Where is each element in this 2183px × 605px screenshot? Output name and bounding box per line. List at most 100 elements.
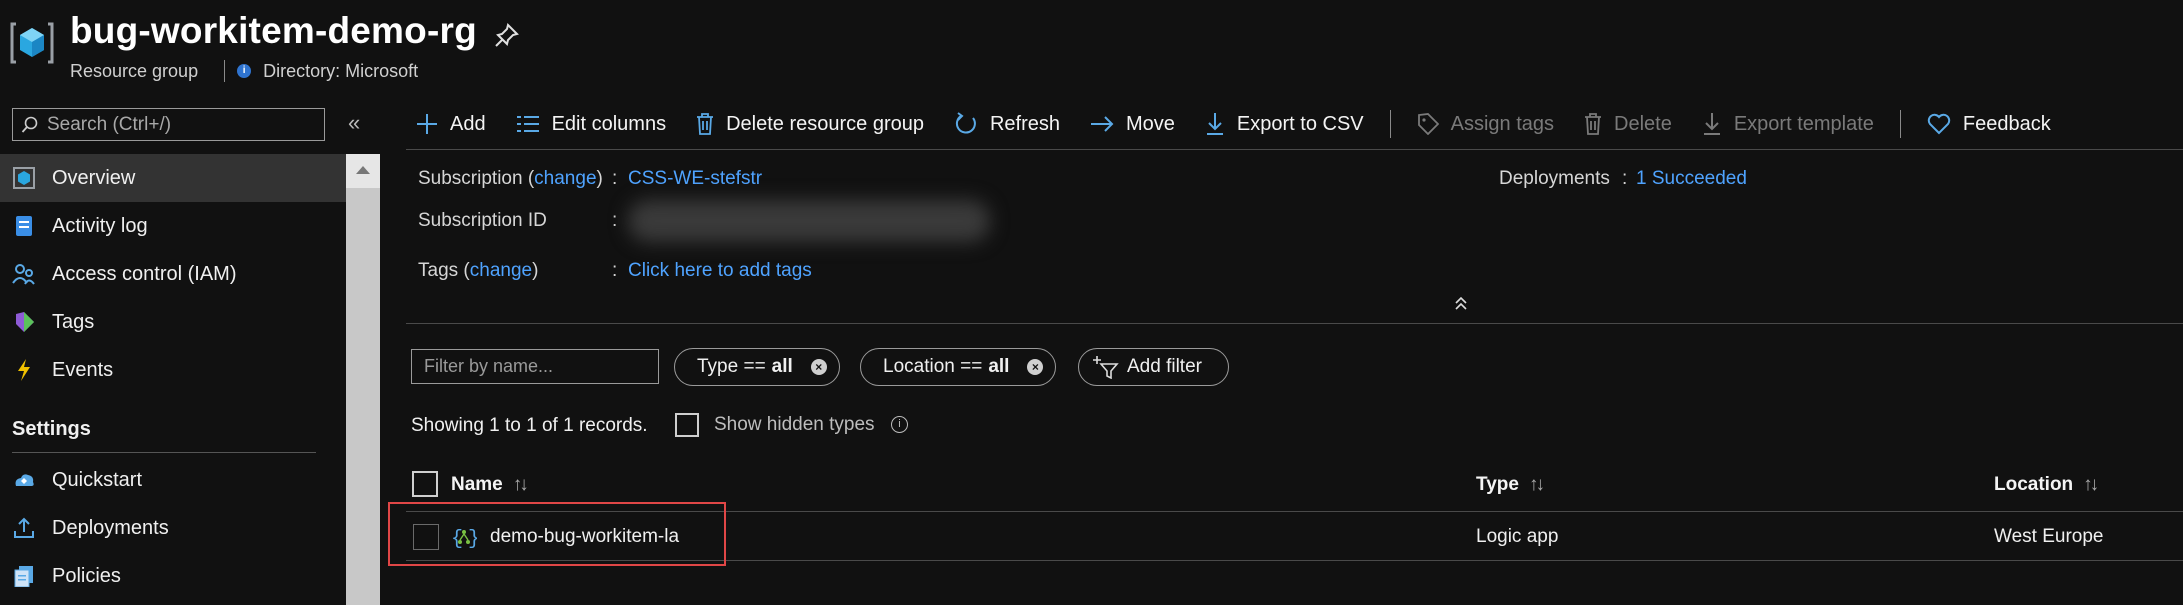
settings-section-header: Settings bbox=[12, 418, 91, 440]
settings-nav: Quickstart Deployments Policies bbox=[0, 456, 346, 600]
sidebar-item-label: Quickstart bbox=[52, 468, 143, 491]
feedback-label: Feedback bbox=[1962, 112, 2051, 135]
subscription-label: Subscription (change) bbox=[418, 168, 603, 189]
column-header-location[interactable]: Location ↑↓ bbox=[1994, 474, 2099, 496]
page-subtitle: Resource group i Directory: Microsoft bbox=[70, 60, 418, 82]
tag-outline-icon bbox=[1417, 113, 1439, 135]
collapse-sidebar-button[interactable]: « bbox=[348, 110, 360, 136]
page-title: bug-workitem-demo-rg bbox=[70, 10, 477, 51]
export-template-button[interactable]: Export template bbox=[1702, 112, 1874, 136]
quickstart-icon bbox=[12, 468, 36, 492]
command-bar: Add Edit columns Delete resource group R… bbox=[416, 106, 2081, 142]
show-hidden-types-label: Show hidden types bbox=[714, 414, 875, 435]
show-hidden-types-checkbox[interactable] bbox=[675, 413, 699, 437]
resource-type-label: Resource group bbox=[70, 60, 199, 81]
sidebar-item-label: Tags bbox=[52, 310, 95, 333]
tags-label: Tags (change) bbox=[418, 260, 539, 281]
add-filter-label: Add filter bbox=[1127, 356, 1202, 377]
sidebar-item-tags[interactable]: Tags bbox=[0, 298, 346, 346]
plus-icon bbox=[417, 114, 437, 134]
deployments-icon bbox=[12, 516, 36, 540]
add-button[interactable]: Add bbox=[416, 113, 486, 136]
feedback-button[interactable]: Feedback bbox=[1927, 113, 2051, 136]
iam-icon bbox=[12, 262, 36, 286]
select-all-checkbox[interactable] bbox=[412, 471, 438, 497]
tag-icon bbox=[12, 310, 36, 334]
change-subscription-link[interactable]: change bbox=[534, 168, 596, 189]
sidebar-item-overview[interactable]: Overview bbox=[0, 154, 346, 202]
colon: : bbox=[612, 210, 618, 231]
delete-label: Delete bbox=[1614, 112, 1672, 135]
location-filter-pill[interactable]: Location == all × bbox=[860, 348, 1057, 386]
overview-icon bbox=[12, 166, 36, 190]
sidebar-item-quickstart[interactable]: Quickstart bbox=[0, 456, 346, 504]
type-filter-label: Type == bbox=[697, 356, 766, 377]
export-csv-label: Export to CSV bbox=[1236, 112, 1364, 135]
sidebar-item-deployments[interactable]: Deployments bbox=[0, 504, 346, 552]
subscription-link[interactable]: CSS-WE-stefstr bbox=[628, 168, 762, 190]
resource-type-cell: Logic app bbox=[1476, 526, 1559, 547]
sidebar-item-label: Access control (IAM) bbox=[52, 262, 237, 285]
edit-columns-button[interactable]: Edit columns bbox=[516, 112, 667, 136]
export-csv-button[interactable]: Export to CSV bbox=[1205, 112, 1364, 136]
move-label: Move bbox=[1126, 112, 1175, 135]
policies-icon bbox=[12, 564, 36, 588]
info-icon: i bbox=[237, 64, 252, 78]
heart-icon bbox=[1927, 113, 1951, 135]
search-icon bbox=[21, 116, 38, 133]
sidebar-scrollbar[interactable] bbox=[346, 154, 380, 605]
records-count: Showing 1 to 1 of 1 records. bbox=[411, 415, 648, 436]
sidebar-item-label: Events bbox=[52, 358, 114, 381]
deployments-link[interactable]: 1 Succeeded bbox=[1636, 168, 1747, 190]
colon: : bbox=[612, 168, 618, 189]
refresh-label: Refresh bbox=[989, 112, 1061, 135]
assign-tags-button[interactable]: Assign tags bbox=[1417, 113, 1554, 136]
location-filter-value: all bbox=[988, 356, 1010, 377]
add-tags-link[interactable]: Click here to add tags bbox=[628, 260, 812, 282]
divider bbox=[406, 323, 2183, 324]
change-tags-link[interactable]: change bbox=[470, 260, 532, 281]
sidebar-item-events[interactable]: Events bbox=[0, 346, 346, 394]
add-filter-button[interactable]: Add filter bbox=[1078, 348, 1229, 386]
refresh-button[interactable]: Refresh bbox=[954, 112, 1060, 136]
move-button[interactable]: Move bbox=[1090, 113, 1175, 136]
delete-resource-group-label: Delete resource group bbox=[726, 112, 924, 135]
pin-icon[interactable] bbox=[494, 22, 520, 48]
export-template-label: Export template bbox=[1733, 112, 1874, 135]
scroll-up-button[interactable] bbox=[346, 154, 380, 188]
info-icon[interactable]: i bbox=[891, 416, 908, 433]
sidebar-item-activity-log[interactable]: Activity log bbox=[0, 202, 346, 250]
clear-filter-icon[interactable]: × bbox=[810, 359, 827, 375]
lightning-icon bbox=[12, 358, 36, 382]
sort-icon: ↑↓ bbox=[1528, 474, 1545, 495]
search-input[interactable] bbox=[45, 112, 309, 137]
divider bbox=[224, 60, 226, 82]
sidebar-search[interactable] bbox=[12, 108, 325, 141]
column-header-type[interactable]: Type ↑↓ bbox=[1476, 474, 1545, 496]
column-header-name[interactable]: Name ↑↓ bbox=[451, 474, 529, 496]
collapse-essentials-icon[interactable] bbox=[1452, 294, 1470, 312]
clear-filter-icon[interactable]: × bbox=[1027, 359, 1044, 375]
assign-tags-label: Assign tags bbox=[1450, 112, 1555, 135]
colon: : bbox=[612, 260, 618, 281]
colon: : bbox=[1622, 168, 1628, 189]
delete-resource-group-button[interactable]: Delete resource group bbox=[696, 113, 924, 136]
refresh-icon bbox=[955, 112, 976, 134]
sidebar-item-iam[interactable]: Access control (IAM) bbox=[0, 250, 346, 298]
add-filter-icon bbox=[1093, 356, 1119, 379]
subscription-id-label: Subscription ID bbox=[418, 210, 547, 231]
edit-columns-label: Edit columns bbox=[551, 112, 667, 135]
deployments-label: Deployments bbox=[1499, 168, 1610, 189]
arrow-right-icon bbox=[1091, 116, 1114, 132]
sidebar-item-label: Policies bbox=[52, 564, 121, 587]
filter-by-name-input[interactable] bbox=[411, 349, 659, 384]
sidebar-item-policies[interactable]: Policies bbox=[0, 552, 346, 600]
resource-location-cell: West Europe bbox=[1994, 526, 2104, 547]
download-icon bbox=[1703, 113, 1720, 135]
divider bbox=[12, 452, 316, 453]
delete-button[interactable]: Delete bbox=[1584, 113, 1672, 136]
sidebar-nav: Overview Activity log Access control (IA… bbox=[0, 154, 346, 394]
activity-log-icon bbox=[12, 214, 36, 238]
type-filter-pill[interactable]: Type == all × bbox=[674, 348, 840, 386]
divider bbox=[406, 149, 2183, 150]
